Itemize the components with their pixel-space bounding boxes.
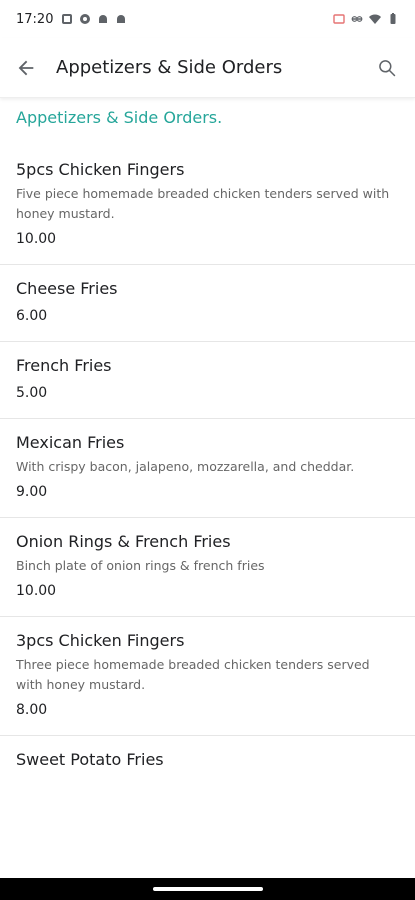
sync-icon — [80, 14, 91, 24]
menu-item[interactable]: Onion Rings & French Fries Binch plate o… — [0, 518, 415, 617]
link-icon — [351, 16, 363, 22]
menu-item-name: 3pcs Chicken Fingers — [16, 631, 185, 650]
menu-item-price: 10.00 — [16, 583, 57, 599]
status-bar: 17:20 — [0, 0, 415, 38]
menu-item-name: 5pcs Chicken Fingers — [16, 160, 185, 179]
menu-item-description: Binch plate of onion rings & french frie… — [16, 558, 265, 573]
status-notification-icons — [61, 13, 127, 25]
notification-icon — [62, 14, 73, 24]
menu-item[interactable]: Cheese Fries 6.00 — [0, 265, 415, 342]
section-heading: Appetizers & Side Orders. — [16, 108, 223, 127]
menu-item-price: 5.00 — [16, 385, 48, 401]
menu-item-description: Three piece homemade breaded chicken ten… — [16, 657, 370, 692]
menu-item-name: Cheese Fries — [16, 279, 118, 298]
android-icon — [117, 15, 126, 23]
menu-item[interactable]: Sweet Potato Fries — [0, 736, 415, 788]
battery-icon — [390, 13, 396, 24]
status-time: 17:20 — [16, 11, 54, 27]
menu-item-description: With crispy bacon, jalapeno, mozzarella,… — [16, 459, 355, 474]
search-icon — [379, 59, 396, 76]
app-bar: Appetizers & Side Orders — [0, 38, 415, 98]
menu-item-name: Mexican Fries — [16, 433, 125, 452]
menu-item-name: Sweet Potato Fries — [16, 750, 164, 769]
android-icon — [99, 15, 108, 23]
wifi-icon — [369, 14, 381, 24]
arrow-back-icon — [18, 60, 34, 75]
menu-item-name: Onion Rings & French Fries — [16, 532, 231, 551]
page-title: Appetizers & Side Orders — [56, 57, 283, 78]
menu-item-price: 10.00 — [16, 231, 57, 247]
menu-item-price: 6.00 — [16, 308, 48, 324]
cast-icon — [333, 14, 345, 24]
back-button[interactable] — [0, 38, 52, 98]
menu-item[interactable]: 5pcs Chicken Fingers Five piece homemade… — [0, 146, 415, 265]
menu-item[interactable]: Mexican Fries With crispy bacon, jalapen… — [0, 419, 415, 518]
menu-item[interactable]: 3pcs Chicken Fingers Three piece homemad… — [0, 617, 415, 736]
menu-item[interactable]: French Fries 5.00 — [0, 342, 415, 419]
menu-item-price: 8.00 — [16, 702, 48, 718]
system-navigation-bar — [0, 878, 415, 900]
search-button[interactable] — [359, 38, 415, 98]
menu-content[interactable]: Appetizers & Side Orders. 5pcs Chicken F… — [0, 98, 415, 878]
menu-item-price: 9.00 — [16, 484, 48, 500]
menu-item-description: Five piece homemade breaded chicken tend… — [16, 186, 390, 221]
menu-item-name: French Fries — [16, 356, 112, 375]
status-system-icons — [333, 13, 399, 25]
home-gesture-handle[interactable] — [152, 887, 263, 891]
